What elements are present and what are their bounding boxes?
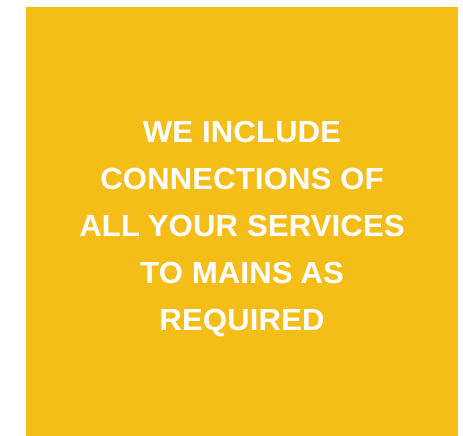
- message-line-5: REQUIRED: [159, 302, 325, 337]
- message-line-2: CONNECTIONS OF: [100, 161, 384, 196]
- message-line-1: WE INCLUDE: [142, 114, 342, 149]
- message-line-3: ALL YOUR SERVICES: [79, 208, 405, 243]
- info-tile: WE INCLUDE CONNECTIONS OF ALL YOUR SERVI…: [26, 7, 458, 436]
- tile-message: WE INCLUDE CONNECTIONS OF ALL YOUR SERVI…: [79, 100, 405, 343]
- message-line-4: TO MAINS AS: [140, 255, 344, 290]
